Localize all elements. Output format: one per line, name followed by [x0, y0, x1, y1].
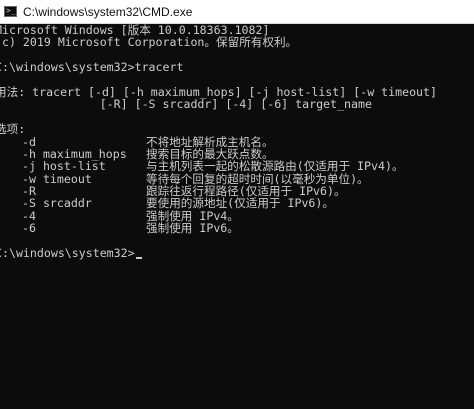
option-flag: -j host-list — [22, 159, 106, 174]
title-bar[interactable]: >_ C:\windows\system32\CMD.exe — [0, 0, 474, 24]
cmd-icon-glyph: >_ — [6, 6, 16, 15]
option-description: 与主机列表一起的松散源路由(仅适用于 IPv4)。 — [146, 159, 404, 174]
option-description: 强制使用 IPv6。 — [146, 221, 239, 236]
usage-line-2: [-R] [-S srcaddr] [-4] [-6] target_name — [0, 97, 372, 112]
option-flag: -S srcaddr — [22, 196, 92, 211]
option-description: 要使用的源地址(仅适用于 IPv6)。 — [146, 196, 334, 211]
banner-copyright: (c) 2019 Microsoft Corporation。保留所有权利。 — [0, 35, 298, 50]
cmd-icon[interactable]: >_ — [4, 6, 17, 17]
option-row: -6 强制使用 IPv6。 — [0, 221, 474, 236]
text-cursor — [135, 257, 142, 260]
console-output[interactable]: Microsoft Windows [版本 10.0.18363.1082] (… — [0, 24, 474, 409]
prompt-line[interactable]: C:\windows\system32> — [0, 247, 474, 259]
option-row: -j host-list 与主机列表一起的松散源路由(仅适用于 IPv4)。 — [0, 159, 474, 174]
window-title: C:\windows\system32\CMD.exe — [23, 4, 193, 19]
cmd-window: >_ C:\windows\system32\CMD.exe Microsoft… — [0, 0, 474, 409]
options-header: 选项: — [0, 122, 26, 137]
option-flag: -6 — [22, 221, 36, 236]
option-row: -S srcaddr 要使用的源地址(仅适用于 IPv6)。 — [0, 196, 474, 211]
command-line: C:\windows\system32>tracert — [0, 60, 184, 75]
